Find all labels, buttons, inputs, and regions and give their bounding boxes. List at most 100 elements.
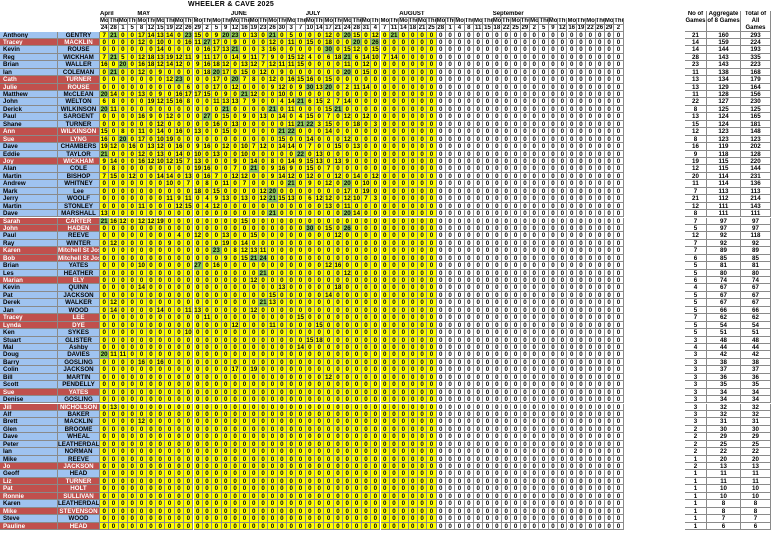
score-cell[interactable]: 0 bbox=[343, 314, 353, 322]
score-cell[interactable]: 0 bbox=[324, 61, 334, 69]
score-cell[interactable]: 0 bbox=[474, 120, 484, 129]
score-cell[interactable]: 0 bbox=[474, 277, 484, 285]
score-cell[interactable]: 0 bbox=[146, 448, 157, 456]
score-cell[interactable]: 14 bbox=[230, 53, 241, 62]
score-cell[interactable]: 0 bbox=[249, 135, 259, 144]
games-count[interactable]: 8 bbox=[685, 105, 707, 114]
score-cell[interactable]: 0 bbox=[614, 120, 624, 129]
score-cell[interactable]: 0 bbox=[258, 135, 269, 144]
score-cell[interactable]: 0 bbox=[455, 210, 465, 218]
score-cell[interactable]: 0 bbox=[502, 224, 512, 233]
score-cell[interactable]: 0 bbox=[595, 373, 605, 382]
player-last-name[interactable]: BISHOP bbox=[58, 172, 100, 181]
player-last-name[interactable]: GLISTER bbox=[58, 336, 100, 344]
score-cell[interactable]: 0 bbox=[474, 388, 484, 397]
score-cell[interactable]: 0 bbox=[221, 425, 231, 434]
score-cell[interactable]: 0 bbox=[361, 210, 372, 218]
score-cell[interactable]: 0 bbox=[417, 239, 428, 248]
score-cell[interactable]: 0 bbox=[455, 157, 465, 166]
score-cell[interactable]: 15 bbox=[221, 113, 231, 121]
score-cell[interactable]: 0 bbox=[576, 358, 587, 367]
score-cell[interactable]: 0 bbox=[483, 507, 493, 516]
score-cell[interactable]: 0 bbox=[455, 239, 465, 248]
score-cell[interactable]: 0 bbox=[539, 277, 549, 285]
score-cell[interactable]: 0 bbox=[483, 351, 493, 359]
score-cell[interactable]: 0 bbox=[389, 91, 400, 99]
score-cell[interactable]: 0 bbox=[221, 210, 231, 218]
score-cell[interactable]: 0 bbox=[539, 515, 549, 523]
score-cell[interactable]: 0 bbox=[333, 31, 344, 39]
score-cell[interactable]: 0 bbox=[333, 83, 344, 92]
score-cell[interactable]: 0 bbox=[558, 403, 568, 411]
score-cell[interactable]: 0 bbox=[380, 321, 390, 330]
score-cell[interactable]: 0 bbox=[333, 373, 344, 382]
score-cell[interactable]: 0 bbox=[455, 187, 465, 196]
score-cell[interactable]: 0 bbox=[474, 522, 484, 530]
score-cell[interactable]: 0 bbox=[212, 433, 222, 441]
score-cell[interactable]: 0 bbox=[352, 433, 362, 441]
score-cell[interactable]: 0 bbox=[483, 448, 493, 456]
player-first-name[interactable]: Geoff bbox=[0, 470, 58, 478]
score-cell[interactable]: 0 bbox=[333, 343, 344, 352]
score-cell[interactable]: 0 bbox=[361, 254, 372, 263]
score-cell[interactable]: 0 bbox=[258, 373, 269, 382]
score-cell[interactable]: 0 bbox=[240, 343, 250, 352]
score-cell[interactable]: 0 bbox=[399, 381, 409, 389]
score-cell[interactable]: 0 bbox=[165, 284, 175, 292]
score-cell[interactable]: 0 bbox=[371, 254, 381, 263]
score-cell[interactable]: 0 bbox=[193, 46, 203, 54]
total-score[interactable]: 214 bbox=[741, 195, 771, 203]
score-cell[interactable]: 15 bbox=[324, 224, 334, 233]
score-cell[interactable]: 0 bbox=[408, 31, 418, 39]
score-cell[interactable]: 0 bbox=[221, 224, 231, 233]
score-cell[interactable]: 0 bbox=[604, 410, 615, 419]
score-cell[interactable]: 0 bbox=[100, 485, 110, 493]
score-cell[interactable]: 0 bbox=[352, 388, 362, 397]
score-cell[interactable]: 0 bbox=[548, 239, 559, 248]
score-cell[interactable]: 0 bbox=[445, 31, 456, 39]
games-count[interactable]: 11 bbox=[685, 180, 707, 188]
score-cell[interactable]: 0 bbox=[502, 98, 512, 106]
score-cell[interactable]: 0 bbox=[464, 224, 474, 233]
score-cell[interactable]: 0 bbox=[165, 210, 175, 218]
score-cell[interactable]: 0 bbox=[258, 31, 269, 39]
score-cell[interactable]: 0 bbox=[474, 254, 484, 263]
score-cell[interactable]: 0 bbox=[361, 329, 372, 337]
score-cell[interactable]: 0 bbox=[502, 113, 512, 121]
score-cell[interactable]: 0 bbox=[287, 284, 297, 292]
score-cell[interactable]: 0 bbox=[315, 522, 325, 530]
score-cell[interactable]: 0 bbox=[399, 455, 409, 464]
score-cell[interactable]: 0 bbox=[277, 76, 287, 84]
score-cell[interactable]: 15 bbox=[305, 38, 316, 47]
score-cell[interactable]: 0 bbox=[399, 247, 409, 255]
total-score[interactable]: 74 bbox=[741, 277, 771, 285]
score-cell[interactable]: 0 bbox=[202, 403, 213, 411]
score-cell[interactable]: 0 bbox=[305, 381, 316, 389]
score-cell[interactable]: 0 bbox=[408, 91, 418, 99]
total-score[interactable]: 144 bbox=[741, 165, 771, 173]
score-cell[interactable]: 0 bbox=[371, 143, 381, 151]
score-cell[interactable]: 0 bbox=[436, 53, 446, 62]
score-cell[interactable]: 0 bbox=[380, 291, 390, 300]
score-cell[interactable]: 0 bbox=[137, 381, 147, 389]
score-cell[interactable]: 0 bbox=[614, 172, 624, 181]
score-cell[interactable]: 0 bbox=[137, 277, 147, 285]
player-first-name[interactable]: Ray bbox=[0, 239, 58, 248]
score-cell[interactable]: 0 bbox=[604, 463, 615, 471]
score-cell[interactable]: 0 bbox=[548, 157, 559, 166]
score-cell[interactable]: 0 bbox=[165, 440, 175, 449]
score-cell[interactable]: 0 bbox=[502, 262, 512, 270]
score-cell[interactable]: 0 bbox=[324, 239, 334, 248]
score-cell[interactable]: 9 bbox=[156, 91, 166, 99]
score-cell[interactable]: 0 bbox=[474, 31, 484, 39]
score-cell[interactable]: 0 bbox=[604, 425, 615, 434]
score-cell[interactable]: 21 bbox=[268, 105, 278, 114]
score-cell[interactable]: 0 bbox=[455, 314, 465, 322]
score-cell[interactable]: 0 bbox=[174, 492, 185, 501]
score-cell[interactable]: 0 bbox=[305, 388, 316, 397]
score-cell[interactable]: 0 bbox=[287, 299, 297, 307]
total-score[interactable]: 20 bbox=[741, 455, 771, 464]
score-cell[interactable]: 0 bbox=[137, 507, 147, 516]
score-cell[interactable]: 0 bbox=[128, 321, 138, 330]
score-cell[interactable]: 0 bbox=[268, 113, 278, 121]
